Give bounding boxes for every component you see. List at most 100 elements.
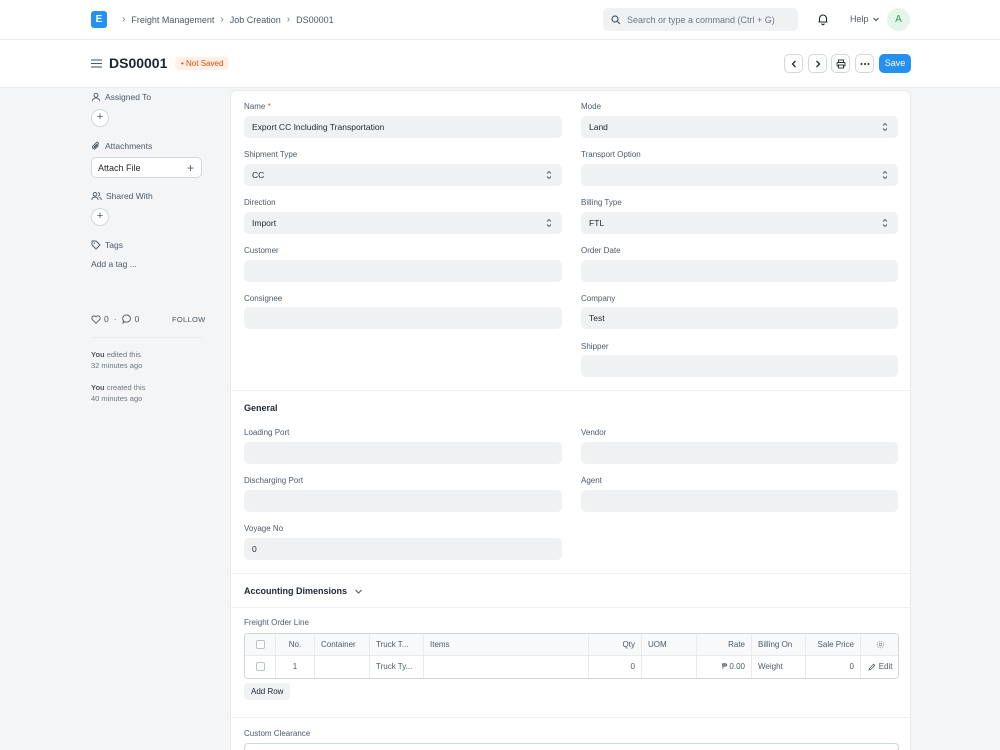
assigned-to-label: Assigned To bbox=[91, 92, 151, 102]
company-field[interactable]: Test bbox=[581, 307, 898, 329]
customer-label: Customer bbox=[244, 246, 279, 255]
select-caret-icon bbox=[546, 170, 552, 180]
print-button[interactable] bbox=[831, 54, 850, 73]
avatar[interactable]: A bbox=[887, 8, 910, 31]
breadcrumb-current[interactable]: DS00001 bbox=[296, 15, 334, 25]
plus-icon: + bbox=[186, 160, 194, 175]
customer-field[interactable] bbox=[244, 260, 562, 282]
section-divider bbox=[231, 573, 910, 574]
search-bar[interactable] bbox=[603, 8, 798, 31]
billing-type-label: Billing Type bbox=[581, 198, 622, 207]
order-date-field[interactable] bbox=[581, 260, 898, 282]
qty-cell[interactable]: 0 bbox=[589, 656, 642, 678]
search-icon bbox=[611, 14, 621, 24]
discharging-port-field[interactable] bbox=[244, 490, 562, 512]
chevron-down-icon bbox=[872, 17, 879, 22]
chevron-left-icon bbox=[791, 60, 796, 67]
save-button[interactable]: Save bbox=[879, 54, 911, 73]
column-header: Items bbox=[424, 634, 589, 656]
chevron-right-icon: › bbox=[122, 14, 126, 25]
tag-icon bbox=[91, 240, 101, 250]
attach-file-button[interactable]: Attach File + bbox=[91, 157, 202, 178]
attach-file-label: Attach File bbox=[98, 162, 141, 173]
vendor-label: Vendor bbox=[581, 428, 607, 437]
direction-value: Import bbox=[252, 218, 277, 228]
sale-price-cell[interactable]: 0 bbox=[806, 656, 861, 678]
assigned-to-text: Assigned To bbox=[105, 92, 152, 102]
users-icon bbox=[91, 192, 102, 201]
chevron-right-icon bbox=[815, 60, 820, 67]
agent-label: Agent bbox=[581, 476, 602, 485]
activity-time: 40 minutes ago bbox=[91, 394, 143, 403]
name-field[interactable]: Export CC Including Transportation bbox=[244, 116, 562, 138]
accounting-dimensions-title: Accounting Dimensions bbox=[244, 586, 348, 596]
billing-on-cell[interactable]: Weight bbox=[752, 656, 806, 678]
section-divider bbox=[231, 717, 910, 718]
notification-bell-icon[interactable] bbox=[816, 12, 830, 26]
items-cell[interactable] bbox=[424, 656, 589, 678]
follow-button[interactable]: FOLLOW bbox=[172, 315, 205, 324]
activity-item: You edited this 32 minutes ago bbox=[91, 349, 142, 371]
more-options-button[interactable] bbox=[855, 54, 874, 73]
row-checkbox[interactable] bbox=[245, 656, 276, 678]
vendor-field[interactable] bbox=[581, 442, 898, 464]
custom-clearance-label: Custom Clearance bbox=[244, 729, 311, 738]
select-all-checkbox[interactable] bbox=[245, 634, 276, 656]
column-settings-button[interactable] bbox=[861, 634, 898, 656]
previous-button[interactable] bbox=[784, 54, 803, 73]
uom-cell[interactable] bbox=[642, 656, 697, 678]
navbar: E › Freight Management › Job Creation › … bbox=[0, 0, 1000, 40]
comment-icon[interactable] bbox=[121, 314, 132, 324]
loading-port-label: Loading Port bbox=[244, 428, 290, 437]
breadcrumb-freight-management[interactable]: Freight Management bbox=[131, 15, 214, 25]
help-menu[interactable]: Help bbox=[850, 14, 880, 24]
add-assignee-button[interactable]: + bbox=[91, 109, 109, 127]
edit-row-button[interactable]: Edit bbox=[861, 656, 898, 678]
activity-action: edited this bbox=[106, 350, 141, 359]
transport-option-label: Transport Option bbox=[581, 150, 641, 159]
voyage-no-field[interactable]: 0 bbox=[244, 538, 562, 560]
add-row-button[interactable]: Add Row bbox=[244, 683, 291, 700]
general-section-title: General bbox=[244, 403, 278, 413]
printer-icon bbox=[836, 59, 845, 68]
billing-type-select[interactable]: FTL bbox=[581, 212, 898, 234]
shared-with-label: Shared With bbox=[91, 191, 153, 201]
next-button[interactable] bbox=[808, 54, 827, 73]
likes-count: 0 bbox=[104, 314, 109, 324]
breadcrumb: › Freight Management › Job Creation › DS… bbox=[116, 14, 334, 25]
table-header: No. Container Truck T... Items Qty UOM R… bbox=[245, 634, 898, 656]
order-date-label: Order Date bbox=[581, 246, 621, 255]
accounting-dimensions-toggle[interactable]: Accounting Dimensions bbox=[244, 586, 363, 596]
separator-dot: · bbox=[113, 314, 117, 324]
breadcrumb-job-creation[interactable]: Job Creation bbox=[230, 15, 281, 25]
menu-icon[interactable] bbox=[91, 59, 102, 68]
app-logo[interactable]: E bbox=[91, 11, 107, 28]
chevron-right-icon: › bbox=[286, 14, 291, 25]
search-input[interactable] bbox=[627, 14, 797, 25]
discharging-port-label: Discharging Port bbox=[244, 476, 304, 485]
help-label: Help bbox=[850, 14, 869, 24]
rate-cell[interactable]: ₱ 0.00 bbox=[697, 656, 752, 678]
direction-select[interactable]: Import bbox=[244, 212, 562, 234]
mode-select[interactable]: Land bbox=[581, 116, 898, 138]
share-button[interactable]: + bbox=[91, 208, 109, 226]
shipment-type-select[interactable]: CC bbox=[244, 164, 562, 186]
agent-field[interactable] bbox=[581, 490, 898, 512]
billing-type-value: FTL bbox=[589, 218, 605, 228]
container-cell[interactable] bbox=[315, 656, 370, 678]
shipper-field[interactable] bbox=[581, 355, 898, 377]
consignee-field[interactable] bbox=[244, 307, 562, 329]
shipment-type-value: CC bbox=[252, 170, 265, 180]
mode-value: Land bbox=[589, 122, 608, 132]
add-tag-link[interactable]: Add a tag ... bbox=[91, 259, 137, 269]
transport-option-select[interactable] bbox=[581, 164, 898, 186]
table-row[interactable]: 1 Truck Ty... 0 ₱ 0.00 Weight 0 Edit bbox=[245, 656, 898, 678]
loading-port-field[interactable] bbox=[244, 442, 562, 464]
custom-clearance-table bbox=[244, 743, 899, 750]
truck-type-cell[interactable]: Truck Ty... bbox=[370, 656, 424, 678]
status-badge: • Not Saved bbox=[175, 57, 230, 70]
heart-icon[interactable] bbox=[91, 314, 101, 324]
company-label: Company bbox=[581, 294, 616, 303]
select-caret-icon bbox=[882, 218, 888, 228]
freight-order-line-label: Freight Order Line bbox=[244, 618, 309, 627]
